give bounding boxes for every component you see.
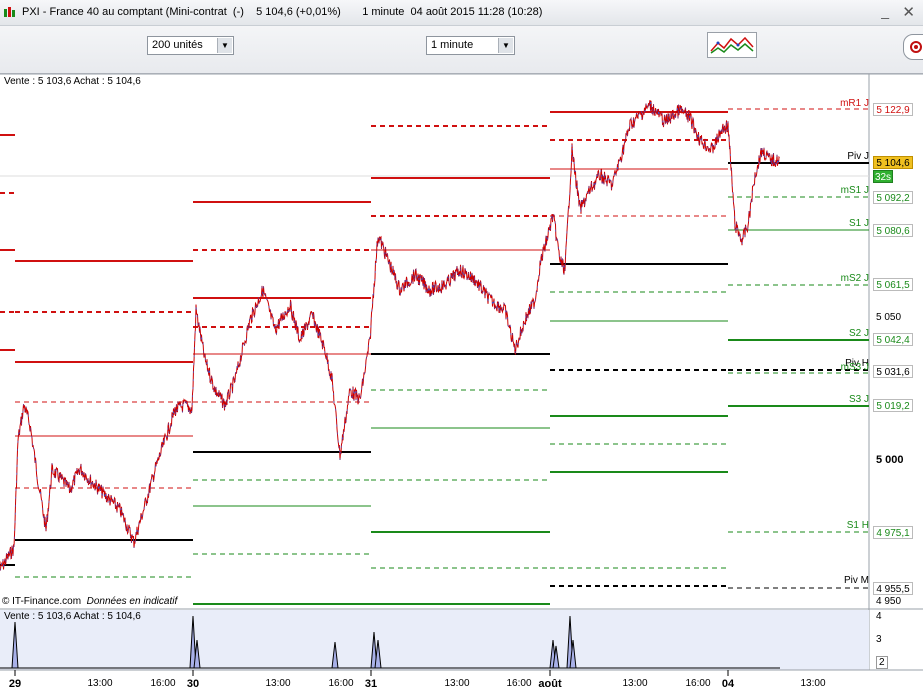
x-time: 16:00 (685, 678, 711, 689)
x-day-29: 29 (8, 678, 22, 690)
vol-tick-2: 2 (876, 656, 888, 669)
vol-tick-4: 4 (876, 611, 882, 622)
label-ms2: mS2 J (840, 273, 869, 284)
y-tick-5050: 5 050 (876, 312, 902, 323)
current-price-badge: 5 104,6 (873, 156, 913, 169)
volume-bid-ask-info: Vente : 5 103,6 Achat : 5 104,6 (4, 611, 141, 622)
x-time: 16:00 (328, 678, 354, 689)
x-day-04: 04 (721, 678, 735, 690)
x-time: 16:00 (506, 678, 532, 689)
label-s1: S1 J (848, 218, 869, 229)
price-ms2: 5 061,5 (873, 278, 913, 291)
credit-source: © IT-Finance.com (2, 596, 82, 607)
label-piv: Piv J (847, 151, 869, 162)
price-s1h: 4 975,1 (873, 526, 913, 539)
data-credit: © IT-Finance.com Données en indicatif (2, 596, 177, 607)
x-month-aout: août (538, 678, 562, 690)
countdown-badge: 32s (873, 170, 893, 183)
x-time: 13:00 (622, 678, 648, 689)
label-s1h: S1 H (846, 520, 869, 531)
x-day-31: 31 (364, 678, 378, 690)
y-tick-5000: 5 000 (876, 454, 904, 466)
price-ms1: 5 092,2 (873, 191, 913, 204)
x-day-30: 30 (186, 678, 200, 690)
label-s2: S2 J (848, 328, 869, 339)
price-s2: 5 042,4 (873, 333, 913, 346)
price-mr1: 5 122,9 (873, 103, 913, 116)
label-ms3: mS3 J (840, 362, 869, 373)
credit-note: Données en indicatif (86, 596, 178, 607)
price-chart[interactable] (0, 0, 923, 691)
price-piv-h: 5 031,6 (873, 365, 913, 378)
label-ms1: mS1 J (840, 185, 869, 196)
x-time: 13:00 (800, 678, 826, 689)
y-tick-4950: 4 950 (876, 596, 902, 607)
x-time: 13:00 (444, 678, 470, 689)
x-time: 13:00 (265, 678, 291, 689)
vol-tick-3: 3 (876, 634, 882, 645)
x-time: 13:00 (87, 678, 113, 689)
bid-ask-info: Vente : 5 103,6 Achat : 5 104,6 (4, 76, 141, 87)
x-time: 16:00 (150, 678, 176, 689)
label-s3: S3 J (848, 394, 869, 405)
price-s3: 5 019,2 (873, 399, 913, 412)
price-pivm: 4 955,5 (873, 582, 913, 595)
label-mr1: mR1 J (840, 98, 869, 109)
label-pivm: Piv M (844, 575, 869, 586)
price-s1: 5 080,6 (873, 224, 913, 237)
